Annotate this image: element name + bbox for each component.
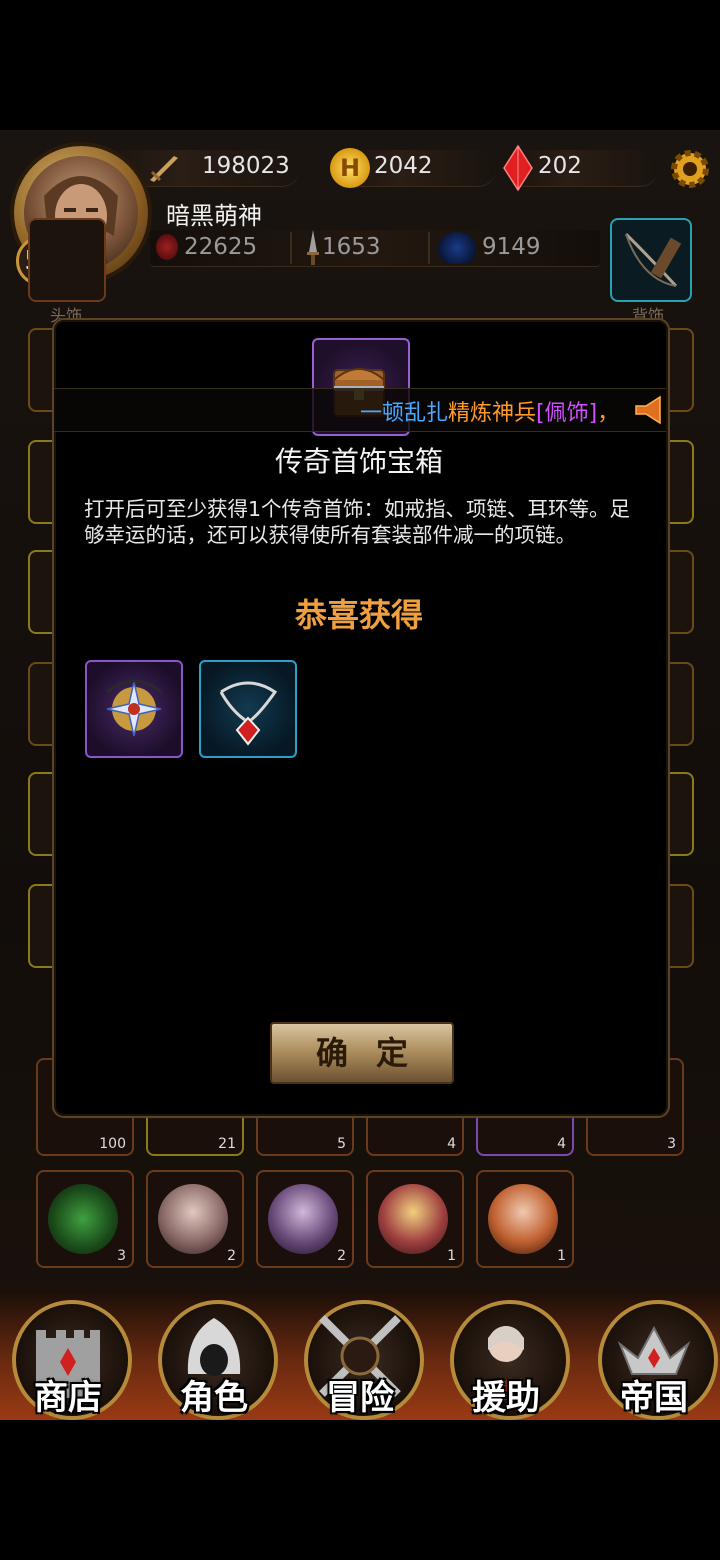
ticker-punct: ，: [597, 401, 620, 426]
item-count: 2: [227, 1248, 236, 1264]
settings-gear-icon[interactable]: [666, 146, 714, 192]
item-count: 1: [447, 1248, 456, 1264]
divider-1: [290, 232, 292, 264]
item-count: 3: [117, 1248, 126, 1264]
equip-slot-back[interactable]: [610, 218, 692, 302]
item-count: 2: [337, 1248, 346, 1264]
item-count: 4: [557, 1136, 566, 1152]
congrats-heading: 恭喜获得: [294, 596, 423, 634]
announcement-ticker: 一顿乱扎精炼神兵[佩饰]，: [54, 388, 666, 432]
item-count: 100: [99, 1136, 126, 1152]
nav-support-label: 援助: [472, 1378, 540, 1418]
character-portrait-icon: [378, 1184, 448, 1254]
sword-icon: [146, 152, 182, 184]
player-name: 暗黑萌神: [166, 202, 262, 230]
bow-quiver-icon: [624, 232, 682, 288]
dialog-title: 传奇首饰宝箱: [274, 445, 443, 478]
inventory-slot[interactable]: 3: [36, 1170, 134, 1268]
equip-slot-head[interactable]: [28, 218, 106, 302]
item-count: 1: [557, 1248, 566, 1264]
combat-power-value: 198023: [202, 153, 290, 179]
confirm-button[interactable]: 确定: [270, 1022, 454, 1084]
gold-coin-icon[interactable]: H: [330, 148, 370, 188]
red-gem-icon[interactable]: [502, 144, 534, 192]
inventory-slot[interactable]: 2: [256, 1170, 354, 1268]
item-count: 21: [218, 1136, 236, 1152]
nav-character-label: 角色: [180, 1378, 248, 1418]
item-count: 5: [337, 1136, 346, 1152]
dialog-description: 打开后可至少获得1个传奇首饰：如戒指、项链、耳环等。足够幸运的话，还可以获得使所…: [84, 497, 631, 547]
gold-value: 2042: [374, 153, 433, 179]
inventory-slot[interactable]: 1: [366, 1170, 464, 1268]
inventory-slot[interactable]: 2: [146, 1170, 244, 1268]
nav-empire-label: 帝国: [620, 1378, 688, 1418]
character-portrait-icon: [268, 1184, 338, 1254]
inventory-slot[interactable]: 1: [476, 1170, 574, 1268]
divider-2: [428, 232, 430, 264]
red-gem-necklace-icon: [219, 681, 278, 746]
attack-value: 1653: [322, 234, 381, 260]
reward-item-amulet[interactable]: [85, 660, 183, 758]
dagger-icon: [306, 230, 320, 266]
ticker-item: [佩饰]: [536, 401, 598, 426]
gems-value: 202: [538, 153, 582, 179]
ticker-text: 精炼神兵: [448, 401, 537, 426]
hp-icon: [156, 234, 178, 260]
hp-value: 22625: [184, 234, 258, 260]
reward-item-necklace[interactable]: [199, 660, 297, 758]
item-count: 3: [667, 1136, 676, 1152]
megaphone-icon[interactable]: [632, 393, 666, 427]
ticker-message: 一顿乱扎精炼神兵[佩饰]，: [360, 395, 619, 427]
star-amulet-icon: [106, 679, 162, 737]
ticker-player: 一顿乱扎: [360, 401, 449, 426]
nav-shop-label: 商店: [34, 1378, 102, 1418]
character-portrait-icon: [488, 1184, 558, 1254]
mana-pot-icon: [438, 232, 476, 264]
frog-character-icon: [48, 1184, 118, 1254]
character-portrait-icon: [158, 1184, 228, 1254]
item-count: 4: [447, 1136, 456, 1152]
nav-adventure-label: 冒险: [326, 1378, 394, 1418]
mana-value: 9149: [482, 234, 541, 260]
